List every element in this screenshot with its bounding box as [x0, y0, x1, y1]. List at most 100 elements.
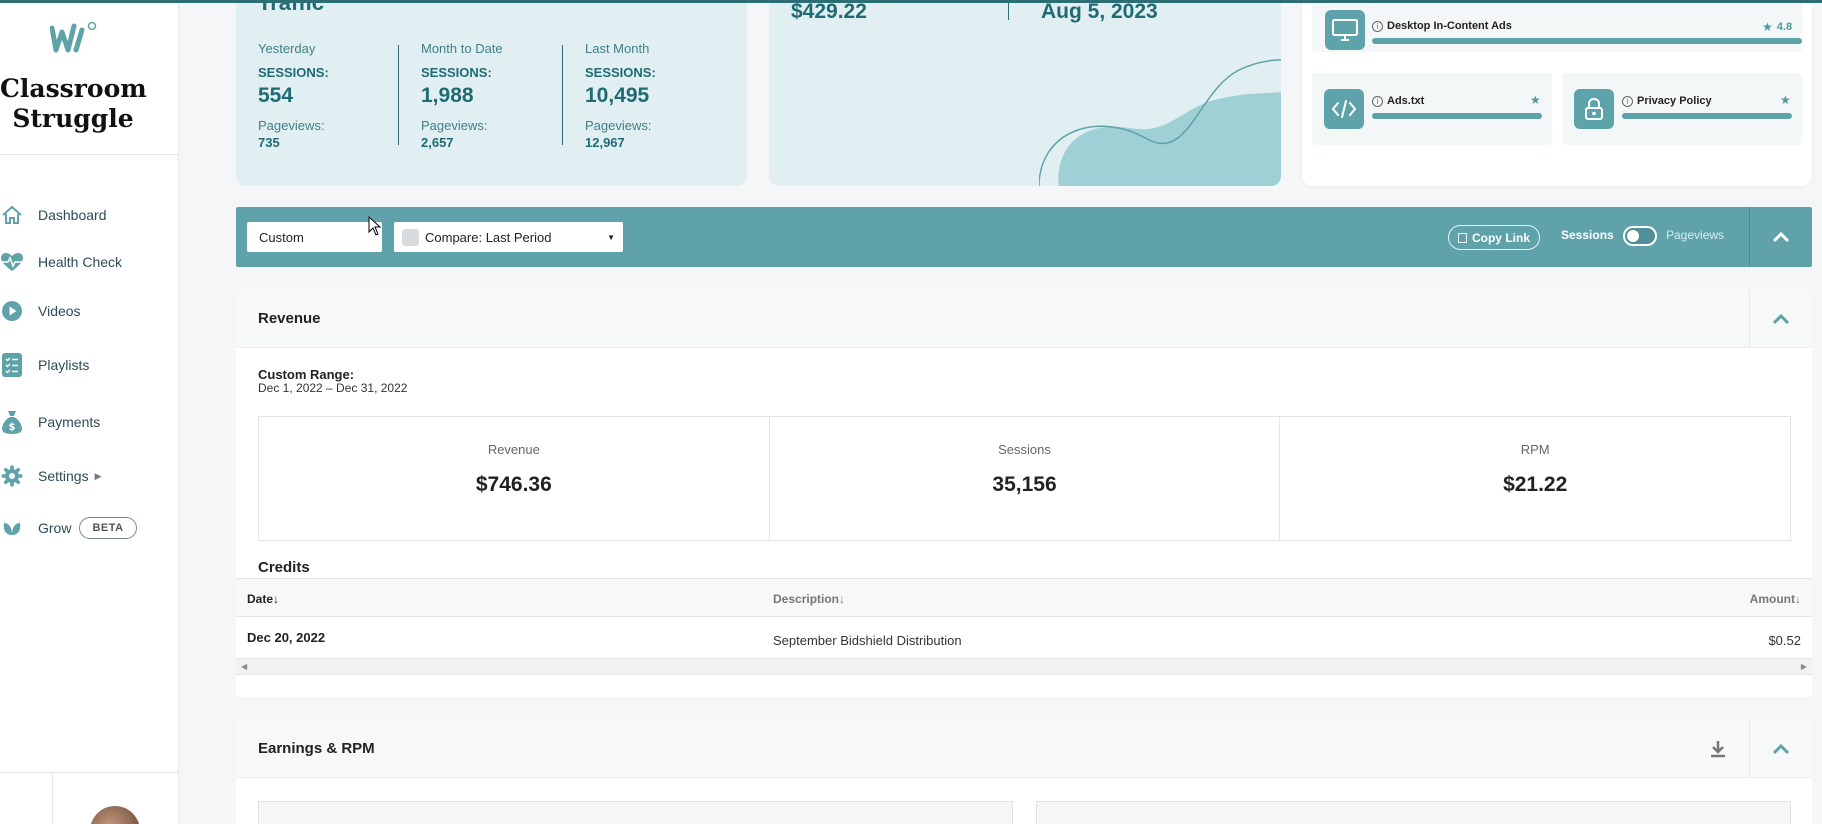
cell-amount: $0.52: [1768, 633, 1801, 648]
sidebar-item-label: Settings: [38, 468, 89, 484]
scroll-right-icon[interactable]: ▶: [1801, 662, 1807, 671]
collapse-earnings-button[interactable]: [1750, 719, 1812, 778]
earnings-rpm-panel: Earnings & RPM: [236, 719, 1812, 824]
sessions-value: 554: [258, 84, 294, 107]
traffic-period: Yesterday: [258, 41, 316, 56]
stat-sessions: Sessions 35,156: [770, 417, 1281, 540]
credits-table: Date↓ Description↓ Amount↓ Dec 20, 2022 …: [236, 578, 1812, 675]
sidebar-item-health-check[interactable]: Health Check: [0, 247, 122, 277]
revenue-title: Revenue: [258, 310, 321, 327]
pageviews-label: Pageviews:: [258, 118, 325, 133]
earnings-chart-left: [258, 801, 1013, 824]
traffic-column-month-to-date: Month to Date SESSIONS: 1,988 Pageviews:…: [421, 41, 503, 150]
sidebar-footer-divider: [0, 772, 179, 773]
sidebar-item-label: Playlists: [38, 357, 90, 373]
stat-label: Revenue: [487, 442, 540, 457]
avatar[interactable]: [90, 806, 140, 824]
sidebar-item-playlists[interactable]: Playlists: [0, 350, 89, 380]
sidebar-item-label: Dashboard: [38, 207, 107, 223]
column-header-description[interactable]: Description↓: [773, 592, 845, 606]
revenue-stats: Revenue $746.36 Sessions 35,156 RPM $21.…: [258, 416, 1791, 541]
earnings-amount: $429.22: [791, 0, 867, 23]
sidebar-item-dashboard[interactable]: Dashboard: [0, 200, 107, 230]
chevron-up-icon: [1772, 743, 1790, 754]
compare-select[interactable]: Compare: Last Period ▼: [394, 222, 623, 252]
sidebar-item-grow[interactable]: Grow BETA: [0, 513, 137, 543]
pageviews-value: 12,967: [585, 135, 625, 150]
stat-value: 35,156: [992, 473, 1057, 496]
info-icon[interactable]: i: [1372, 20, 1383, 32]
svg-text:$: $: [9, 422, 16, 433]
sessions-value: 1,988: [421, 84, 474, 107]
custom-range-value: Dec 1, 2022 – Dec 31, 2022: [258, 381, 408, 395]
caret-right-icon: ▶: [94, 470, 102, 481]
health-item-ads-txt[interactable]: i Ads.txt ★: [1312, 73, 1552, 145]
health-progress-bar: [1622, 113, 1792, 119]
lock-icon: [1574, 89, 1614, 129]
sessions-pageviews-toggle[interactable]: [1623, 226, 1657, 246]
collapse-revenue-button[interactable]: [1750, 289, 1812, 348]
info-icon[interactable]: i: [1372, 95, 1383, 107]
decorative-wave: [1039, 59, 1281, 186]
health-check-card: i Desktop In-Content Ads ★ 4.8 i Ads.txt ★ …: [1302, 0, 1812, 186]
health-score: ★ 4.8: [1762, 20, 1792, 34]
traffic-period: Month to Date: [421, 41, 503, 56]
copy-link-button[interactable]: Copy Link: [1448, 225, 1540, 250]
sidebar-item-videos[interactable]: Videos: [0, 296, 81, 326]
app-name: Classroom Struggle: [0, 74, 147, 134]
copy-icon: [1457, 232, 1467, 243]
beta-badge: BETA: [79, 517, 137, 539]
health-progress-bar: [1372, 38, 1802, 44]
copy-link-label: Copy Link: [1471, 230, 1530, 245]
health-item-desktop-in-content-ads[interactable]: i Desktop In-Content Ads ★ 4.8: [1312, 0, 1802, 52]
column-header-amount[interactable]: Amount↓: [1750, 592, 1801, 606]
cell-description: September Bidshield Distribution: [773, 633, 962, 648]
health-item-text: Ads.txt: [1387, 95, 1425, 107]
stat-value: $21.22: [1503, 473, 1568, 496]
revenue-panel: Revenue Custom Range: Dec 1, 2022 – Dec …: [236, 289, 1812, 697]
sidebar-item-label: Grow: [38, 520, 72, 536]
traffic-divider: [562, 45, 563, 145]
column-header-date[interactable]: Date↓: [247, 592, 279, 606]
horizontal-scrollbar[interactable]: ◀ ▶: [236, 658, 1812, 675]
health-item-privacy-policy[interactable]: i Privacy Policy ★: [1562, 73, 1802, 145]
pageviews-value: 735: [258, 135, 280, 150]
traffic-divider: [398, 45, 399, 145]
sessions-label: SESSIONS:: [258, 65, 329, 80]
compare-select-label: Compare: Last Period: [425, 229, 552, 245]
sidebar-footer-separator: [52, 772, 53, 824]
stat-label: RPM: [1520, 442, 1550, 457]
compare-checkbox[interactable]: [402, 228, 419, 246]
toggle-label-sessions: Sessions: [1561, 228, 1614, 242]
stat-rpm: RPM $21.22: [1280, 417, 1790, 540]
health-score-value: 4.8: [1776, 21, 1793, 33]
scroll-left-icon[interactable]: ◀: [241, 662, 247, 671]
earnings-rpm-title: Earnings & RPM: [258, 740, 375, 757]
traffic-column-last-month: Last Month SESSIONS: 10,495 Pageviews: 1…: [585, 41, 656, 150]
download-button[interactable]: [1708, 739, 1728, 759]
collapse-filter-button[interactable]: [1750, 207, 1812, 267]
dropdown-arrow-icon: ▼: [607, 232, 615, 242]
custom-range-label: Custom Range:: [258, 367, 355, 382]
health-item-label: i Ads.txt: [1372, 95, 1424, 107]
sidebar-item-label: Videos: [38, 303, 81, 319]
star-icon: ★: [1530, 93, 1541, 107]
pageviews-value: 2,657: [421, 135, 454, 150]
logo-icon[interactable]: [50, 20, 98, 54]
star-icon: ★: [1780, 93, 1791, 107]
info-icon[interactable]: i: [1622, 95, 1633, 107]
gear-icon: [0, 464, 24, 488]
health-item-text: Desktop In-Content Ads: [1387, 20, 1512, 32]
traffic-column-yesterday: Yesterday SESSIONS: 554 Pageviews: 735: [258, 41, 329, 150]
sidebar-item-payments[interactable]: $ Payments: [0, 407, 100, 437]
toggle-knob: [1627, 230, 1639, 242]
sidebar-item-settings[interactable]: Settings ▶: [0, 461, 102, 491]
earnings-date: Aug 5, 2023: [1041, 0, 1158, 23]
money-bag-icon: $: [0, 410, 24, 434]
heartbeat-icon: [0, 250, 24, 274]
sidebar-item-label: Health Check: [38, 254, 123, 270]
filter-bar: Custom Compare: Last Period ▼ Copy Link …: [236, 207, 1812, 267]
traffic-card: Traffic Yesterday SESSIONS: 554 Pageview…: [236, 0, 747, 186]
download-icon: [1711, 741, 1725, 758]
date-range-select[interactable]: Custom: [247, 222, 382, 252]
